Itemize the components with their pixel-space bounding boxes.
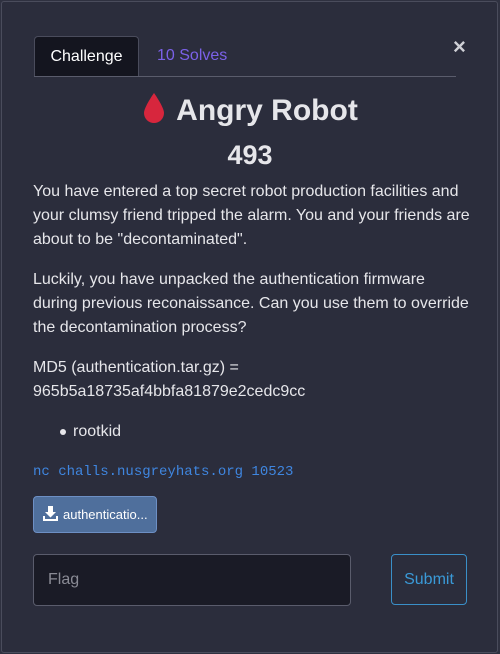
flag-input[interactable]: [33, 554, 351, 606]
tab-solves[interactable]: 10 Solves: [140, 36, 244, 76]
author-list: rootkid: [33, 420, 121, 444]
download-file-button[interactable]: authenticatio...: [33, 496, 157, 533]
connection-command: nc challs.nusgreyhats.org 10523: [33, 464, 294, 480]
challenge-title-text: Angry Robot: [176, 94, 358, 127]
download-file-label: authenticatio...: [63, 507, 148, 522]
download-icon: [43, 506, 58, 521]
description-paragraph-1: You have entered a top secret robot prod…: [33, 183, 470, 248]
md5-paragraph: MD5 (authentication.tar.gz) = 965b5a1873…: [33, 359, 306, 400]
tab-bar: Challenge 10 Solves: [34, 36, 456, 77]
submit-button[interactable]: Submit: [391, 554, 467, 605]
description-paragraph-2: Luckily, you have unpacked the authentic…: [33, 271, 469, 336]
list-item: rootkid: [33, 420, 121, 444]
tab-challenge[interactable]: Challenge: [34, 36, 139, 76]
blood-drop-icon: [144, 93, 165, 123]
challenge-points: 493: [227, 140, 273, 170]
challenge-title: Angry Robot: [0, 92, 500, 129]
